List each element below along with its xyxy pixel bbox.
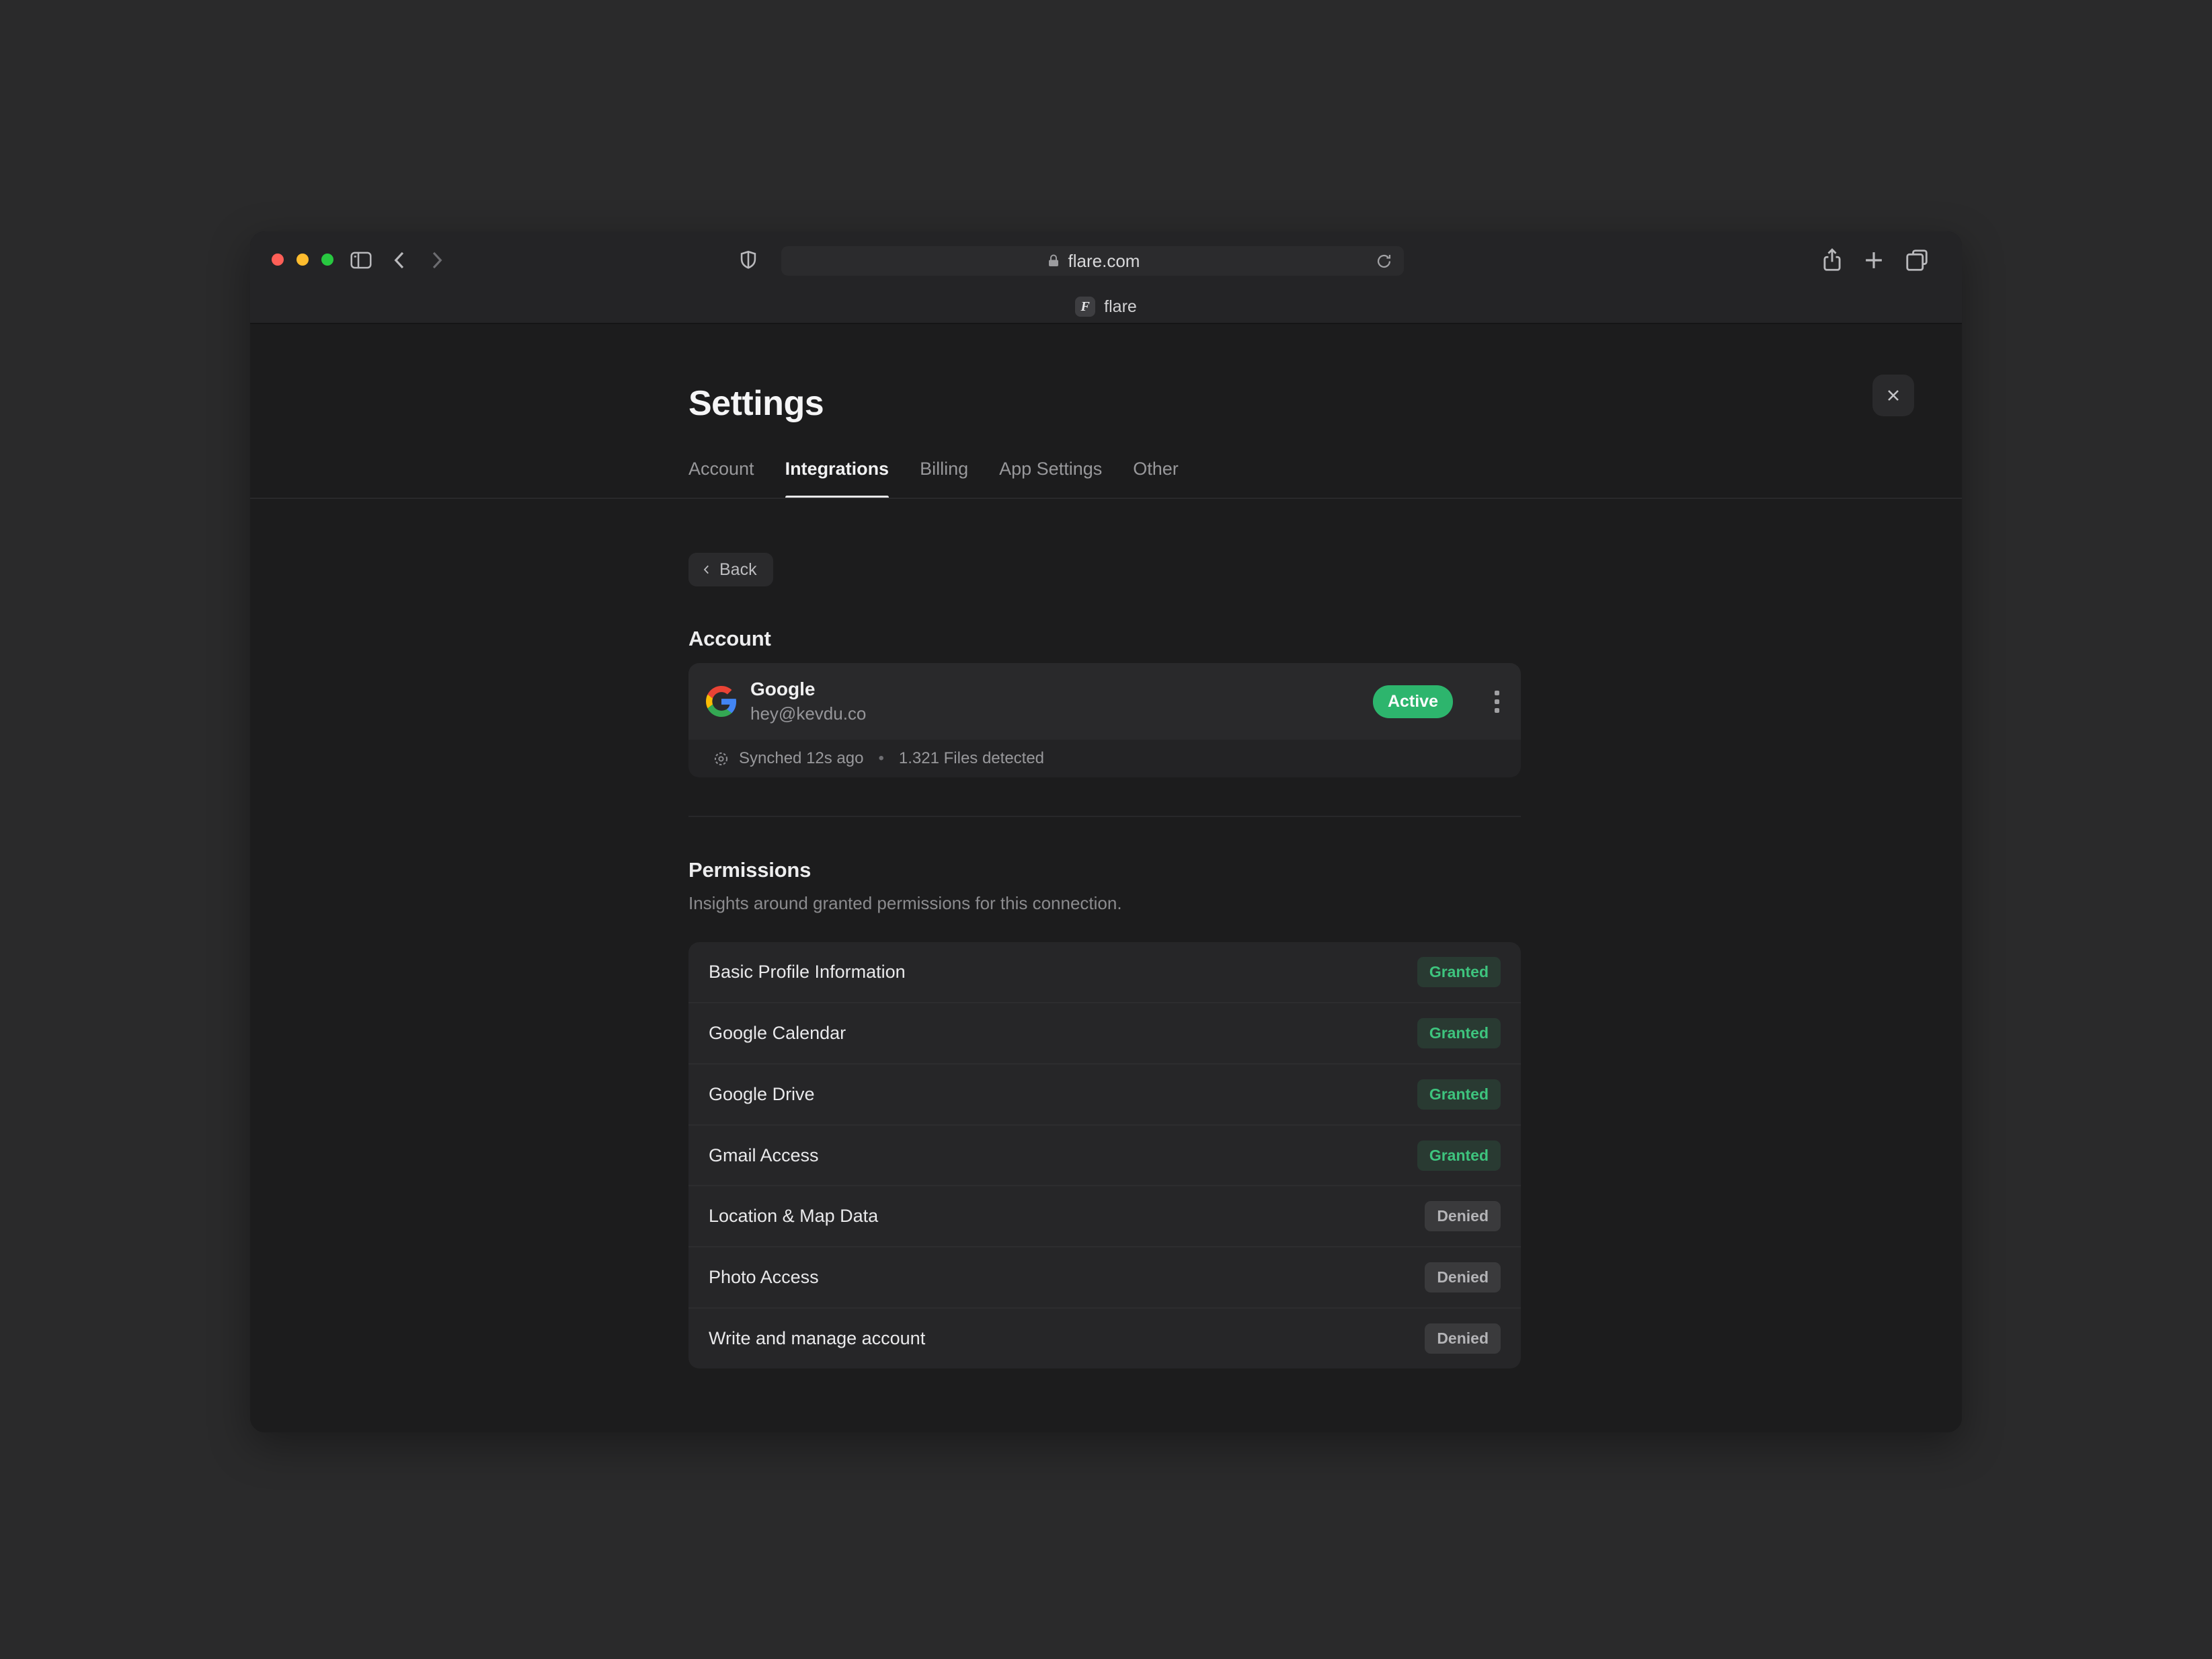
- permission-row: Gmail Access Granted: [688, 1124, 1521, 1186]
- permission-row: Photo Access Denied: [688, 1246, 1521, 1307]
- tab-app-settings[interactable]: App Settings: [999, 459, 1102, 499]
- sidebar-toggle-icon[interactable]: [348, 247, 374, 273]
- browser-window: flare.com F flare: [250, 231, 1962, 1432]
- window-controls: [272, 254, 333, 266]
- close-icon: [1884, 386, 1903, 405]
- status-badge: Active: [1373, 685, 1453, 718]
- permission-status-badge: Granted: [1417, 1079, 1501, 1110]
- tab-other[interactable]: Other: [1133, 459, 1179, 499]
- permission-label: Gmail Access: [709, 1145, 819, 1166]
- tab-title: flare: [1104, 297, 1137, 317]
- permission-row: Basic Profile Information Granted: [688, 942, 1521, 1002]
- permission-status-badge: Granted: [1417, 957, 1501, 987]
- account-section-heading: Account: [688, 627, 771, 651]
- reload-icon[interactable]: [1375, 252, 1393, 270]
- permission-status-badge: Denied: [1425, 1262, 1501, 1293]
- permissions-section-heading: Permissions: [688, 858, 811, 882]
- address-bar[interactable]: flare.com: [781, 246, 1404, 276]
- tab-integrations[interactable]: Integrations: [785, 459, 890, 499]
- permission-label: Google Drive: [709, 1084, 815, 1105]
- close-settings-button[interactable]: [1872, 375, 1914, 416]
- tab-favicon: F: [1075, 297, 1095, 317]
- section-divider: [688, 816, 1521, 817]
- google-connection-card: Google hey@kevdu.co Active Synched 12s a…: [688, 663, 1521, 777]
- permission-label: Write and manage account: [709, 1328, 925, 1349]
- permission-row: Write and manage account Denied: [688, 1307, 1521, 1368]
- back-nav-icon[interactable]: [387, 247, 413, 273]
- browser-tab[interactable]: F flare: [250, 291, 1962, 323]
- back-button[interactable]: Back: [688, 553, 773, 586]
- permissions-subtitle: Insights around granted permissions for …: [688, 893, 1122, 914]
- permission-row: Google Drive Granted: [688, 1063, 1521, 1124]
- connection-meta: Synched 12s ago • 1.321 Files detected: [688, 740, 1521, 777]
- sync-status: Synched 12s ago: [739, 749, 863, 768]
- tab-billing[interactable]: Billing: [920, 459, 968, 499]
- tab-account[interactable]: Account: [688, 459, 754, 499]
- chevron-left-icon: [701, 564, 713, 576]
- sync-icon: [713, 750, 729, 767]
- zoom-window-button[interactable]: [321, 254, 333, 266]
- page-title: Settings: [688, 383, 824, 424]
- forward-nav-icon[interactable]: [424, 247, 449, 273]
- permission-label: Google Calendar: [709, 1023, 846, 1044]
- permission-label: Location & Map Data: [709, 1206, 878, 1227]
- provider-name: Google: [750, 679, 1359, 700]
- permission-label: Photo Access: [709, 1267, 819, 1288]
- new-tab-icon[interactable]: [1861, 247, 1887, 273]
- privacy-shield-icon[interactable]: [737, 249, 760, 272]
- url-text: flare.com: [1068, 251, 1140, 272]
- tab-overview-icon[interactable]: [1904, 247, 1930, 273]
- permission-label: Basic Profile Information: [709, 962, 906, 982]
- close-window-button[interactable]: [272, 254, 284, 266]
- share-icon[interactable]: [1819, 247, 1845, 273]
- back-button-label: Back: [719, 560, 757, 580]
- tabs-divider: [250, 498, 1962, 499]
- permission-row: Location & Map Data Denied: [688, 1185, 1521, 1246]
- settings-tabs: Account Integrations Billing App Settings Ot…: [688, 459, 1179, 499]
- provider-email: hey@kevdu.co: [750, 703, 1359, 724]
- permissions-list: Basic Profile InformationGrantedGoogle C…: [688, 942, 1521, 1368]
- permission-status-badge: Denied: [1425, 1323, 1501, 1354]
- more-options-icon[interactable]: [1493, 687, 1501, 717]
- meta-dot: •: [878, 749, 883, 768]
- permission-status-badge: Granted: [1417, 1141, 1501, 1171]
- minimize-window-button[interactable]: [297, 254, 309, 266]
- connection-row: Google hey@kevdu.co Active: [688, 663, 1521, 740]
- settings-page: Settings Account Integrations Billing App S…: [250, 324, 1962, 1432]
- permission-status-badge: Denied: [1425, 1201, 1501, 1231]
- files-detected: 1.321 Files detected: [899, 749, 1044, 768]
- permission-status-badge: Granted: [1417, 1018, 1501, 1048]
- browser-toolbar: flare.com F flare: [250, 231, 1962, 324]
- lock-icon: [1045, 253, 1062, 269]
- permission-row: Google Calendar Granted: [688, 1002, 1521, 1063]
- google-logo-icon: [706, 686, 737, 717]
